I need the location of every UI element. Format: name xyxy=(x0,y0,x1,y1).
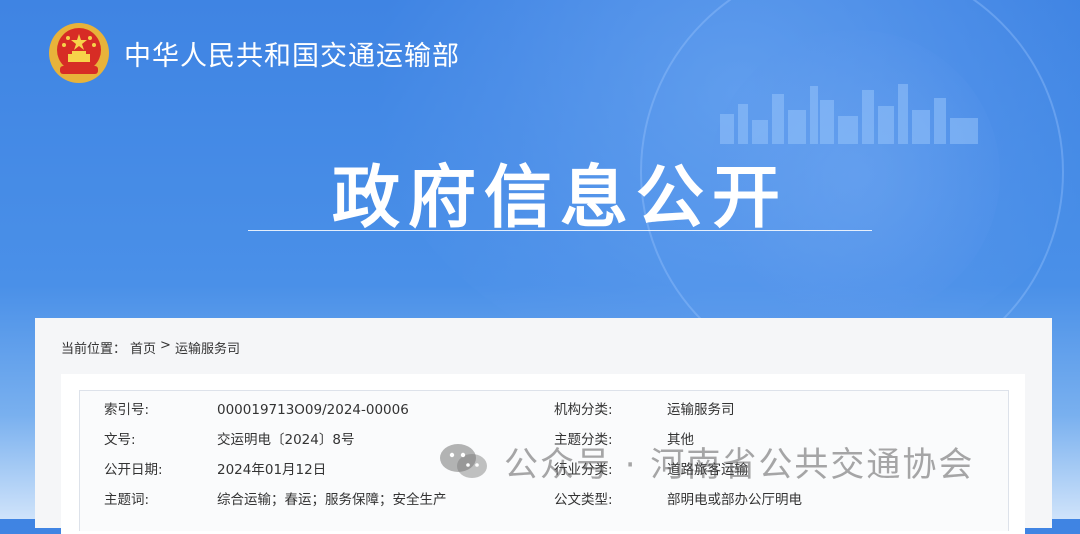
breadcrumb-current-link[interactable]: 运输服务司 xyxy=(175,338,240,357)
watermark: 公众号 · 河南省公共交通协会 xyxy=(438,436,974,486)
national-emblem-icon[interactable] xyxy=(48,22,110,84)
site-header: 中华人民共和国交通运输部 xyxy=(48,18,460,88)
info-label-doctype: 公文类型: xyxy=(554,492,613,508)
watermark-text: 公众号 · 河南省公共交通协会 xyxy=(504,444,975,485)
info-value-org: 运输服务司 xyxy=(667,402,735,418)
info-row: 索引号: 000019713O09/2024-00006 机构分类: 运输服务司 xyxy=(80,395,1008,425)
info-label-date: 公开日期: xyxy=(104,462,163,478)
info-value-index: 000019713O09/2024-00006 xyxy=(217,402,409,418)
title-divider xyxy=(248,230,872,231)
info-label-docno: 文号: xyxy=(104,432,136,448)
info-value-docno: 交运明电〔2024〕8号 xyxy=(217,432,355,448)
city-skyline-graphic xyxy=(720,84,978,144)
breadcrumb-home-link[interactable]: 首页 xyxy=(130,338,156,357)
info-label-index: 索引号: xyxy=(104,402,150,418)
info-value-doctype: 部明电或部办公厅明电 xyxy=(667,492,802,508)
breadcrumb-separator: > xyxy=(160,338,171,353)
info-value-keywords: 综合运输；春运；服务保障；安全生产 xyxy=(217,492,447,508)
wechat-icon xyxy=(440,444,487,478)
page-title: 政府信息公开 xyxy=(331,159,788,238)
breadcrumb: 当前位置： 首页 > 运输服务司 xyxy=(61,338,240,357)
info-label-keywords: 主题词: xyxy=(104,492,150,508)
content-panel: 当前位置： 首页 > 运输服务司 索引号: 000019713O09/2024-… xyxy=(35,318,1052,534)
info-label-org: 机构分类: xyxy=(554,402,613,418)
info-value-date: 2024年01月12日 xyxy=(217,462,327,478)
site-title[interactable]: 中华人民共和国交通运输部 xyxy=(124,34,460,73)
breadcrumb-label: 当前位置： xyxy=(61,342,127,357)
info-row: 主题词: 综合运输；春运；服务保障；安全生产 公文类型: 部明电或部办公厅明电 xyxy=(80,485,1008,515)
